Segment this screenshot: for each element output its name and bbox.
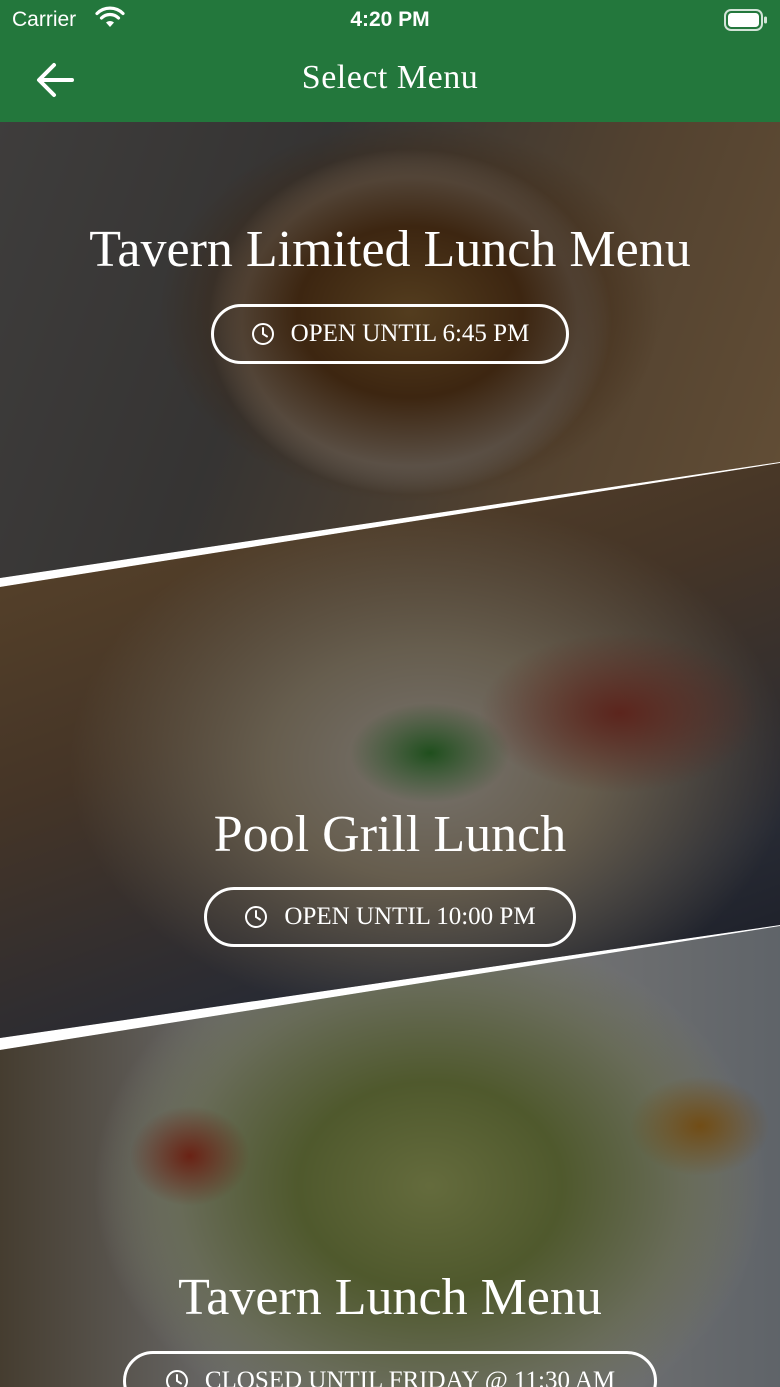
clock-icon (251, 323, 274, 345)
navigation-bar: Select Menu (0, 40, 780, 122)
clock-icon (245, 906, 268, 928)
menu-status-text: OPEN UNTIL 10:00 PM (284, 903, 536, 930)
menu-title: Tavern Limited Lunch Menu (89, 221, 691, 278)
menu-list: Tavern Limited Lunch Menu OPEN UNTIL 6:4… (0, 122, 780, 1387)
menu-title: Pool Grill Lunch (213, 806, 567, 863)
status-bar: Carrier 4:20 PM (0, 0, 780, 40)
menu-status-text: OPEN UNTIL 6:45 PM (290, 320, 530, 347)
menu-status-badge: OPEN UNTIL 10:00 PM (204, 887, 576, 947)
battery-icon (724, 9, 767, 31)
menu-status-text: CLOSED UNTIL FRIDAY @ 11:30 AM (204, 1367, 616, 1387)
menu-status-badge: OPEN UNTIL 6:45 PM (211, 304, 569, 364)
menu-status-badge: CLOSED UNTIL FRIDAY @ 11:30 AM (123, 1351, 657, 1387)
menu-title: Tavern Lunch Menu (178, 1269, 602, 1326)
page-title: Select Menu (301, 59, 479, 96)
clock-icon (165, 1370, 188, 1387)
clock-time: 4:20 PM (350, 8, 430, 31)
